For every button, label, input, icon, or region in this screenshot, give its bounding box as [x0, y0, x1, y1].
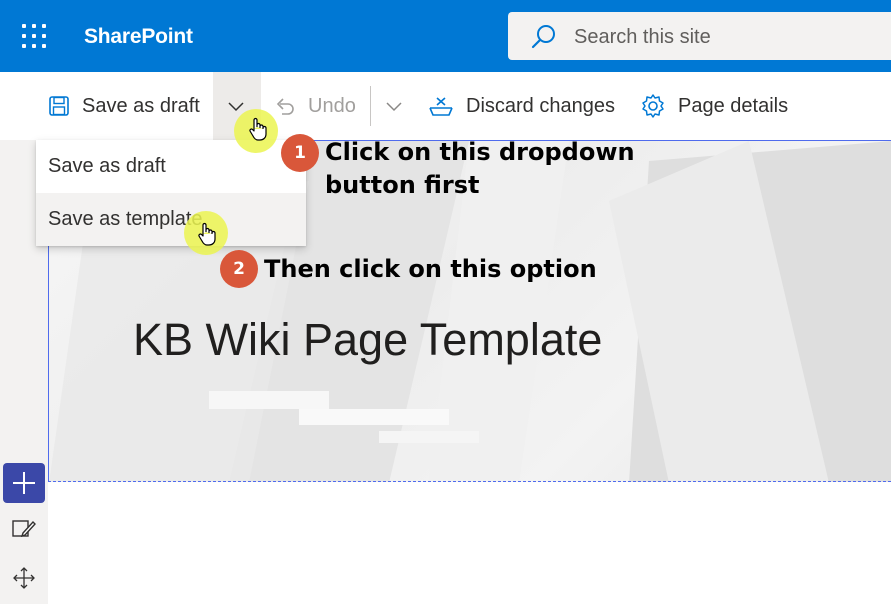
suite-bar: SharePoint Search this site — [0, 0, 891, 72]
plus-icon — [3, 472, 45, 507]
save-icon — [48, 95, 70, 117]
hand-cursor-icon — [249, 117, 267, 146]
menu-item-save-as-template[interactable]: Save as template — [36, 193, 306, 246]
hand-cursor-icon — [198, 222, 216, 251]
undo-label: Undo — [308, 94, 356, 117]
step-1-line-1: Click on this dropdown — [325, 138, 635, 166]
save-as-draft-label: Save as draft — [82, 94, 200, 117]
step-1-note: Click on this dropdown button first — [325, 136, 635, 202]
section-boundary — [48, 481, 891, 482]
undo-icon — [274, 95, 296, 117]
save-options-menu: Save as draft Save as template — [36, 140, 306, 246]
page-title[interactable]: KB Wiki Page Template — [133, 314, 602, 366]
undo-button[interactable]: Undo — [274, 72, 356, 140]
app-name[interactable]: SharePoint — [84, 25, 193, 49]
step-2-note: Then click on this option — [264, 255, 597, 283]
gear-icon — [640, 93, 666, 119]
step-1-line-2: button first — [325, 171, 480, 199]
undo-options-chevron-down-icon[interactable] — [384, 72, 404, 140]
page-details-button[interactable]: Page details — [640, 72, 788, 140]
waffle-icon[interactable] — [22, 24, 48, 50]
discard-changes-label: Discard changes — [466, 94, 615, 117]
page-details-label: Page details — [678, 94, 789, 117]
discard-changes-button[interactable]: Discard changes — [428, 72, 615, 140]
command-separator — [370, 86, 371, 126]
search-box[interactable]: Search this site — [508, 12, 891, 60]
save-as-draft-button[interactable]: Save as draft — [48, 72, 200, 140]
add-section-button[interactable] — [3, 463, 45, 503]
discard-icon — [428, 94, 454, 118]
move-icon[interactable] — [12, 566, 36, 595]
step-badge-2: 2 — [220, 250, 258, 288]
search-icon — [530, 23, 558, 56]
step-badge-1: 1 — [281, 134, 319, 172]
edit-icon[interactable] — [12, 518, 36, 545]
search-input[interactable]: Search this site — [574, 26, 711, 49]
